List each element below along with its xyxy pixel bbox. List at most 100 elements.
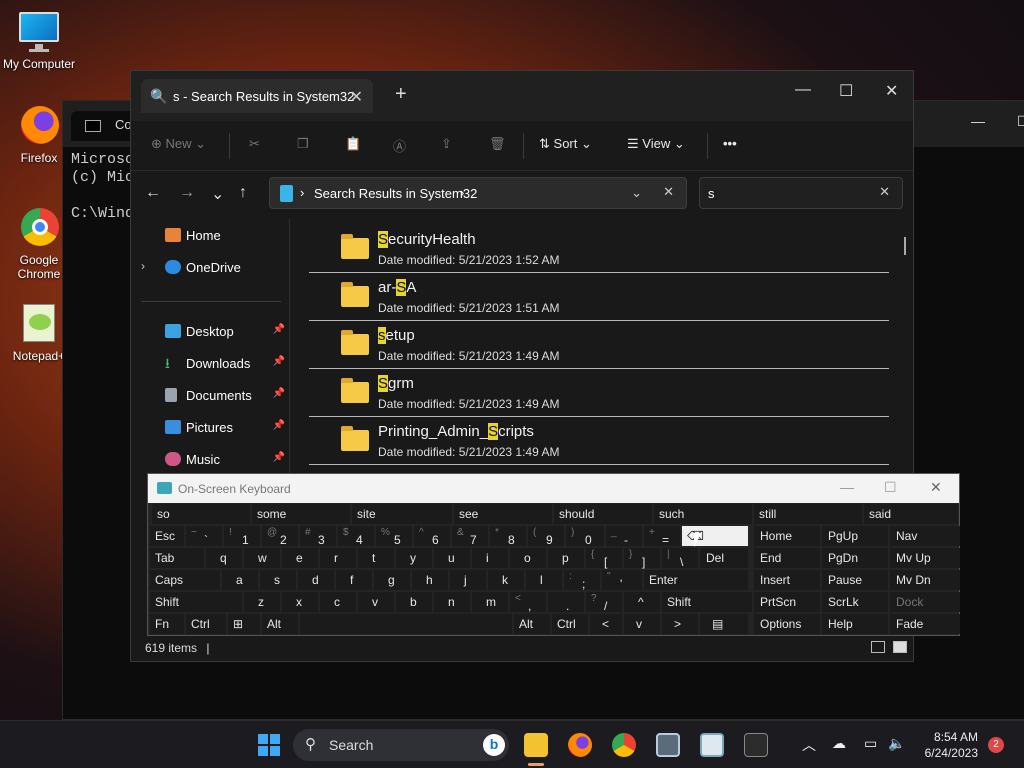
close-button[interactable]: ✕ (885, 81, 898, 101)
key-fade[interactable]: Fade (890, 614, 960, 634)
key-t[interactable]: t (358, 548, 394, 568)
address-bar[interactable]: › Search Results in System32 › ⌄ ✕ (269, 177, 687, 209)
notification-badge[interactable]: 2 (988, 737, 1004, 753)
prediction-key[interactable]: some (252, 504, 350, 524)
rename-icon[interactable]: Ⓐ (393, 136, 406, 155)
alt-key[interactable]: Alt (514, 614, 550, 634)
key-13[interactable]: | \ (662, 548, 698, 569)
close-tab-icon[interactable]: ✕ (350, 87, 363, 107)
shift-key[interactable]: Shift (150, 592, 242, 612)
onedrive-offline-icon[interactable]: ☁ (832, 735, 846, 752)
key-z[interactable]: z (244, 592, 280, 612)
on-screen-keyboard[interactable]: On-Screen Keyboard — ☐ ✕ so some site see sh… (147, 473, 960, 636)
key-w[interactable]: w (244, 548, 280, 568)
key-3[interactable]: #3 (300, 526, 336, 547)
nav-item-downloads[interactable]: ⭳ Downloads 📌 (141, 349, 289, 377)
key-h[interactable]: h (412, 570, 448, 590)
file-explorer-taskbar-icon[interactable] (524, 733, 548, 757)
key-options[interactable]: Options (754, 614, 820, 634)
key-help[interactable]: Help (822, 614, 888, 634)
key-prtscn[interactable]: PrtScn (754, 592, 820, 612)
key-nav[interactable]: Nav (890, 526, 960, 546)
key-4[interactable]: $4 (338, 526, 374, 547)
key-p[interactable]: p (548, 548, 584, 568)
explorer-tab[interactable]: 🔍 s - Search Results in System32 ✕ (141, 79, 373, 113)
search-input[interactable]: s ✕ (699, 177, 903, 209)
copy-icon[interactable]: ❐ (297, 136, 309, 152)
more-options-button[interactable]: ••• (723, 136, 737, 151)
osk-maximize-button[interactable]: ☐ (884, 479, 897, 496)
key-11[interactable]: " ' (602, 570, 642, 591)
nav-item-home[interactable]: Home (141, 221, 289, 249)
down-arrow-key[interactable]: v (624, 614, 660, 634)
nav-item-pictures[interactable]: Pictures 📌 (141, 413, 289, 441)
key-pause[interactable]: Pause (822, 570, 888, 590)
left-arrow-key[interactable]: < (590, 614, 622, 634)
key-s[interactable]: s (260, 570, 296, 590)
show-hidden-icons-icon[interactable]: ︿ (802, 735, 816, 755)
list-item[interactable]: Printing_Admin_Scripts Date modified: 5/… (309, 417, 889, 465)
key-1[interactable]: ! 1 (224, 526, 260, 547)
volume-icon[interactable]: 🔈 (888, 735, 905, 752)
key-e[interactable]: e (282, 548, 318, 568)
clear-search-icon[interactable]: ✕ (879, 184, 890, 200)
cmd-maximize-button[interactable]: ☐ (1017, 113, 1024, 130)
list-item[interactable]: Sgrm Date modified: 5/21/2023 1:49 AM (309, 369, 889, 417)
chevron-right-icon[interactable]: › (460, 185, 464, 200)
prediction-key[interactable]: should (554, 504, 652, 524)
delete-icon[interactable]: 🗑 (489, 136, 506, 152)
key-10[interactable]: ? / (586, 592, 622, 613)
osk-titlebar[interactable]: On-Screen Keyboard — ☐ ✕ (148, 474, 959, 503)
firefox-taskbar-icon[interactable] (568, 733, 592, 757)
cmd-minimize-button[interactable]: — (971, 113, 985, 129)
prediction-key[interactable]: see (454, 504, 552, 524)
prediction-key[interactable]: still (754, 504, 862, 524)
osk-taskbar-icon[interactable] (656, 733, 680, 757)
key-7[interactable]: & 7 (452, 526, 488, 547)
address-dropdown-icon[interactable]: ⌄ (631, 185, 642, 201)
key-=[interactable]: + = (644, 526, 680, 547)
up-arrow-key[interactable]: ^ (624, 592, 660, 612)
key-k[interactable]: k (488, 570, 524, 590)
key-m[interactable]: m (472, 592, 508, 612)
back-arrow-icon[interactable]: ← (145, 184, 161, 202)
prediction-key[interactable]: so (152, 504, 250, 524)
osk-minimize-button[interactable]: — (840, 479, 854, 495)
key-y[interactable]: y (396, 548, 432, 568)
pin-icon[interactable]: 📌 (273, 420, 285, 431)
key-f[interactable]: f (336, 570, 372, 590)
key-home[interactable]: Home (754, 526, 820, 546)
prediction-key[interactable]: site (352, 504, 452, 524)
key-12[interactable]: }] (624, 548, 660, 569)
right-arrow-key[interactable]: > (662, 614, 698, 634)
tiles-view-icon[interactable] (893, 641, 907, 653)
windows-key[interactable]: ⊞ (228, 614, 260, 634)
new-tab-button[interactable]: + (395, 83, 407, 106)
space-key[interactable] (300, 614, 512, 634)
key-0[interactable]: ) 0 (566, 526, 604, 547)
key-pgup[interactable]: PgUp (822, 526, 888, 546)
pin-icon[interactable]: 📌 (273, 324, 285, 335)
key-a[interactable]: a (222, 570, 258, 590)
key-dock[interactable]: Dock (890, 592, 960, 612)
osk-close-button[interactable]: ✕ (930, 479, 942, 496)
clock[interactable]: 8:54 AM 6/24/2023 (918, 729, 978, 761)
prediction-key[interactable]: such (654, 504, 752, 524)
menu-key[interactable]: ▤ (700, 614, 748, 634)
nav-item-documents[interactable]: Documents 📌 (141, 381, 289, 409)
key-mv-dn[interactable]: Mv Dn (890, 570, 960, 590)
new-button[interactable]: ⊕ New ⌄ (151, 136, 206, 152)
esc-key[interactable]: Esc (150, 526, 184, 546)
desktop-icon-my-computer[interactable]: My Computer (0, 10, 78, 71)
key-r[interactable]: r (320, 548, 356, 568)
pane-divider[interactable] (289, 219, 290, 479)
key-u[interactable]: u (434, 548, 470, 568)
key-n[interactable]: n (434, 592, 470, 612)
key-b[interactable]: b (396, 592, 432, 612)
chrome-taskbar-icon[interactable] (612, 733, 636, 757)
nav-item-desktop[interactable]: Desktop 📌 (141, 317, 289, 345)
key-11[interactable]: {[ (586, 548, 622, 569)
key-g[interactable]: g (374, 570, 410, 590)
nav-item-onedrive[interactable]: › OneDrive (141, 253, 289, 281)
key-2[interactable]: @2 (262, 526, 298, 547)
